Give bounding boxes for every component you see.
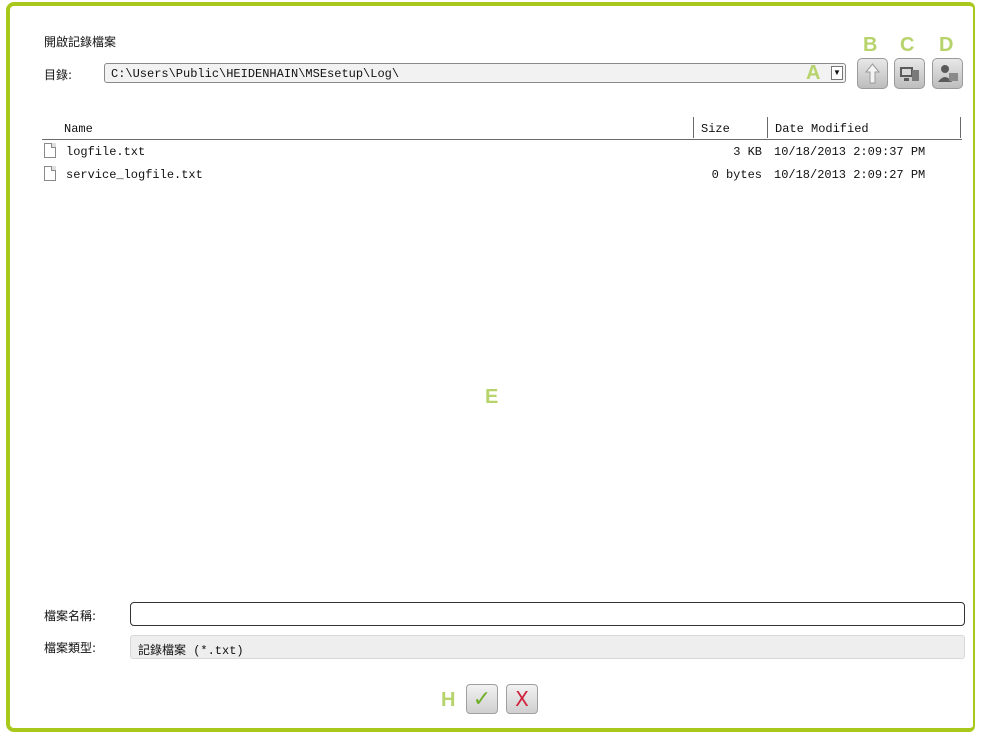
column-size[interactable]: Size (701, 122, 730, 136)
file-row[interactable]: logfile.txt 3 KB 10/18/2013 2:09:37 PM (44, 143, 959, 161)
file-size: 0 bytes (711, 168, 762, 182)
file-row[interactable]: service_logfile.txt 0 bytes 10/18/2013 2… (44, 166, 959, 184)
file-icon (44, 143, 56, 158)
checkmark-icon: ✓ (472, 686, 492, 711)
callout-h: H (441, 689, 456, 711)
directory-label: 目錄: (44, 68, 73, 82)
directory-path: C:\Users\Public\HEIDENHAIN\MSEsetup\Log\ (111, 67, 400, 81)
ok-button[interactable]: ✓ (466, 684, 498, 714)
column-separator[interactable] (693, 117, 694, 138)
user-folder-icon (938, 65, 958, 82)
file-list-header: Name Size Date Modified (42, 117, 962, 140)
cancel-button[interactable]: X (506, 684, 538, 714)
filename-input[interactable] (130, 602, 965, 626)
column-separator[interactable] (960, 117, 961, 138)
file-date: 10/18/2013 2:09:37 PM (774, 145, 926, 159)
callout-c: C (900, 34, 915, 56)
close-icon: X (515, 687, 529, 711)
callout-d: D (939, 34, 954, 56)
file-list[interactable] (42, 140, 962, 595)
arrow-up-icon (864, 63, 881, 84)
dialog-title: 開啟記錄檔案 (44, 35, 117, 49)
filetype-field: 記錄檔案 (*.txt) (130, 635, 965, 659)
directory-dropdown[interactable]: C:\Users\Public\HEIDENHAIN\MSEsetup\Log\… (104, 63, 846, 83)
column-name[interactable]: Name (64, 122, 93, 136)
chevron-down-icon[interactable]: ▼ (831, 66, 843, 80)
computer-button[interactable] (894, 58, 925, 89)
filename-label: 檔案名稱: (44, 609, 97, 623)
callout-b: B (863, 34, 878, 56)
column-separator[interactable] (767, 117, 768, 138)
callout-a: A (806, 62, 821, 84)
file-icon (44, 166, 56, 181)
file-name: logfile.txt (66, 145, 146, 159)
file-date: 10/18/2013 2:09:27 PM (774, 168, 926, 182)
filetype-value: 記錄檔案 (*.txt) (138, 644, 244, 658)
file-size: 3 KB (733, 145, 762, 159)
file-name: service_logfile.txt (66, 168, 203, 182)
user-folder-button[interactable] (932, 58, 963, 89)
filetype-label: 檔案類型: (44, 641, 97, 655)
computer-icon (900, 67, 919, 81)
column-date-modified[interactable]: Date Modified (775, 122, 869, 136)
up-folder-button[interactable] (857, 58, 888, 89)
